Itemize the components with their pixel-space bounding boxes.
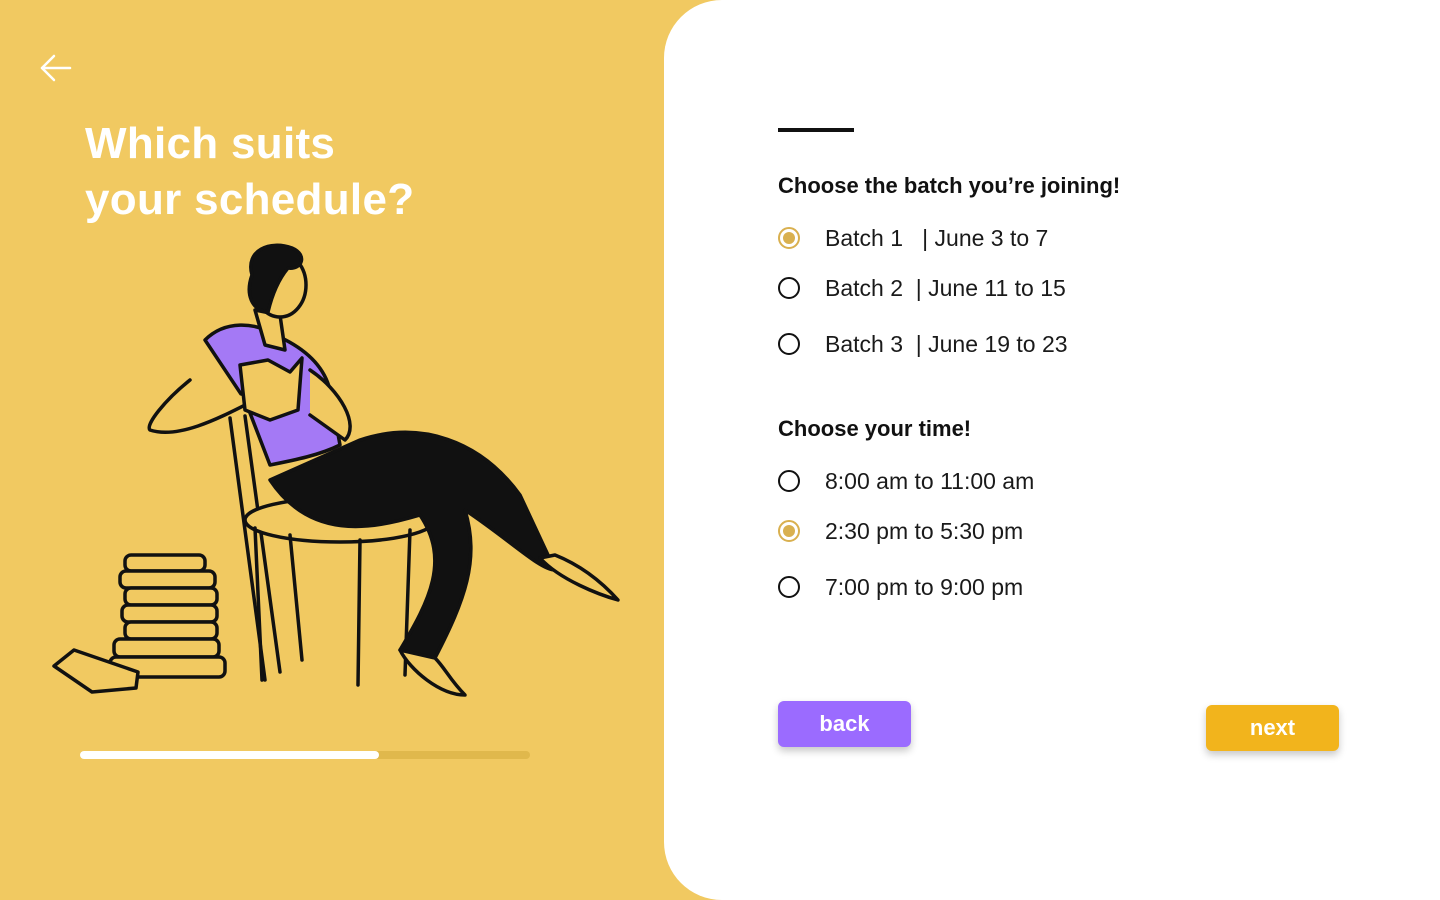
batch-option-label: Batch 2 | June 11 to 15 [825,274,1066,301]
batch-radio-2[interactable] [778,277,800,299]
batch-option-3[interactable]: Batch 3 | June 19 to 23 [778,329,1068,359]
time-radio-2[interactable] [778,520,800,542]
time-option-3[interactable]: 7:00 pm to 9:00 pm [778,572,1023,602]
progress-bar [80,751,530,759]
batch-radio-1[interactable] [778,227,800,249]
time-section-title: Choose your time! [778,416,972,441]
next-button[interactable]: next [1206,705,1339,751]
page-title: Which suits your schedule? [85,116,414,228]
page-title-line-1: Which suits [85,119,336,168]
batch-option-label: Batch 3 | June 19 to 23 [825,330,1068,357]
back-button[interactable]: back [778,701,911,747]
time-radio-3[interactable] [778,576,800,598]
time-option-1[interactable]: 8:00 am to 11:00 am [778,466,1034,496]
time-radio-1[interactable] [778,470,800,492]
person-reading-illustration [52,243,620,697]
form-panel: Choose the batch you’re joining! Batch 1… [664,0,1440,900]
time-option-label: 8:00 am to 11:00 am [825,467,1035,494]
progress-bar-fill [80,751,380,759]
page-title-line-2: your schedule? [85,175,415,224]
time-option-label: 2:30 pm to 5:30 pm [825,517,1024,544]
arrow-left-icon[interactable] [36,48,76,88]
batch-option-2[interactable]: Batch 2 | June 11 to 15 [778,273,1066,303]
batch-option-1[interactable]: Batch 1 | June 3 to 7 [778,223,1048,253]
batch-section-title: Choose the batch you’re joining! [778,173,1121,198]
left-panel: Which suits your schedule? [0,0,720,900]
batch-option-label: Batch 1 | June 3 to 7 [825,224,1049,251]
time-option-label: 7:00 pm to 9:00 pm [825,573,1024,600]
batch-radio-3[interactable] [778,333,800,355]
section-divider [778,128,854,132]
time-option-2[interactable]: 2:30 pm to 5:30 pm [778,516,1023,546]
